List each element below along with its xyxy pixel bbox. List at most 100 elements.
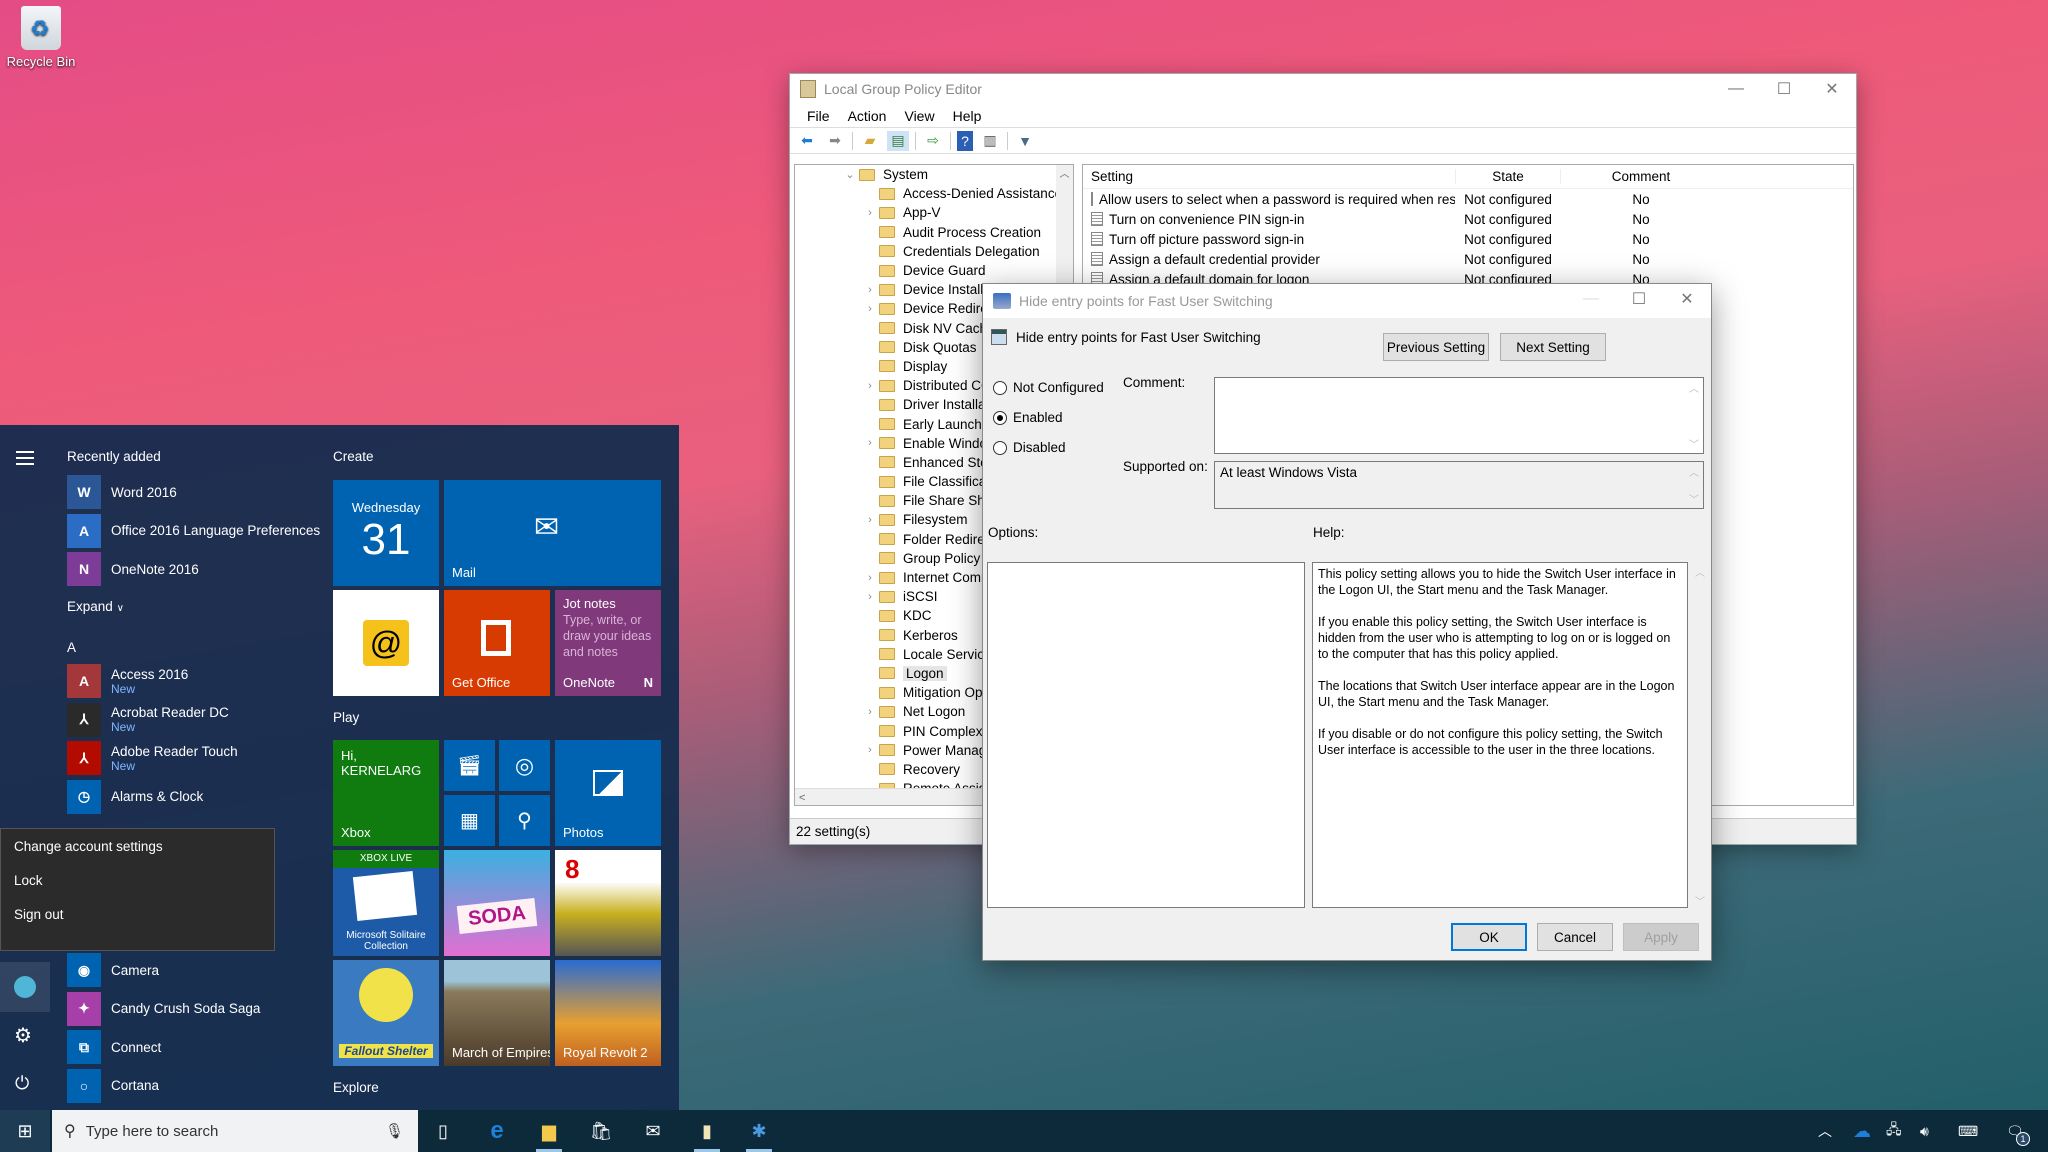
next-setting-button[interactable]: Next Setting	[1500, 333, 1606, 361]
column-header-state[interactable]: State	[1455, 169, 1561, 184]
filter-icon[interactable]: ▼	[1014, 131, 1036, 151]
back-icon[interactable]: ⬅	[796, 131, 818, 151]
minimize-button[interactable]: —	[1712, 74, 1760, 104]
photos-tile[interactable]: Photos	[555, 740, 661, 846]
menu-file[interactable]: File	[798, 108, 839, 124]
app-list-item[interactable]: A Office 2016 Language Preferences	[67, 513, 320, 548]
start-button[interactable]: ⊞	[0, 1110, 50, 1152]
letter-header[interactable]: A	[67, 640, 76, 655]
expand-button[interactable]: Expand ∨	[67, 599, 124, 614]
radio-enabled[interactable]: Enabled	[993, 410, 1063, 425]
power-icon[interactable]: ⏻	[15, 1073, 29, 1094]
help-icon[interactable]: ?	[957, 130, 973, 151]
keeper-lock-tile[interactable]: @	[333, 590, 439, 696]
app-list-item[interactable]: ◉ Camera	[67, 953, 159, 987]
chevron-right-icon[interactable]: ›	[861, 706, 879, 718]
march-of-empires-tile[interactable]: March of Empires	[444, 960, 550, 1066]
file-explorer-taskbar-button[interactable]: ▆	[524, 1110, 574, 1152]
scroll-up-icon[interactable]: ︿	[1687, 464, 1701, 479]
app-list-item[interactable]: N OneNote 2016	[67, 552, 199, 586]
asphalt-8-tile[interactable]: 8	[555, 850, 661, 956]
chevron-down-icon[interactable]: ⌄	[841, 168, 859, 181]
previous-setting-button[interactable]: Previous Setting	[1383, 333, 1489, 361]
edge-taskbar-button[interactable]: e	[472, 1110, 522, 1152]
chevron-right-icon[interactable]: ›	[861, 744, 879, 756]
movies-tv-tile[interactable]: 🎬︎	[444, 740, 495, 791]
chevron-right-icon[interactable]: ›	[861, 437, 879, 449]
volume-tray[interactable]: 🔊︎	[1920, 1110, 1929, 1152]
chevron-right-icon[interactable]: ›	[861, 572, 879, 584]
menu-item-lock[interactable]: Lock	[1, 863, 274, 897]
chevron-right-icon[interactable]: ›	[861, 207, 879, 219]
mail-tile[interactable]: ✉ Mail	[444, 480, 661, 586]
table-row[interactable]: Assign a default credential provider Not …	[1083, 249, 1853, 269]
help-scrollbar[interactable]: ︿ ﹀	[1693, 564, 1707, 908]
ok-button[interactable]: OK	[1451, 923, 1527, 951]
gpedit-taskbar-button[interactable]: ▮	[682, 1110, 732, 1152]
menu-view[interactable]: View	[895, 108, 943, 124]
scroll-up-icon[interactable]: ︿	[1687, 380, 1701, 395]
taskbar-search-box[interactable]: ⚲ Type here to search 🎙︎	[52, 1110, 418, 1152]
cancel-button[interactable]: Cancel	[1537, 923, 1613, 951]
show-hidden-icons[interactable]: ︿	[1818, 1110, 1832, 1152]
menu-action[interactable]: Action	[839, 108, 896, 124]
menu-item-sign-out[interactable]: Sign out	[1, 897, 274, 931]
app-list-item[interactable]: W Word 2016	[67, 475, 177, 509]
calendar-tile[interactable]: Wednesday 31	[333, 480, 439, 586]
tree-node[interactable]: › App-V	[795, 203, 1073, 222]
forward-icon[interactable]: ➡	[824, 131, 846, 151]
table-row[interactable]: Allow users to select when a password is…	[1083, 189, 1853, 209]
touch-keyboard-tray[interactable]: ⌨	[1958, 1110, 1978, 1152]
recycle-bin-desktop-icon[interactable]: Recycle Bin	[4, 6, 78, 69]
maximize-button[interactable]: ☐	[1615, 284, 1663, 314]
chevron-right-icon[interactable]: ›	[861, 514, 879, 526]
table-row[interactable]: Turn off picture password sign-in Not con…	[1083, 229, 1853, 249]
chevron-right-icon[interactable]: ›	[861, 303, 879, 315]
network-tray[interactable]: 🖧︎	[1886, 1110, 1902, 1152]
chevron-right-icon[interactable]: ›	[861, 380, 879, 392]
app-list-item[interactable]: A Access 2016 New	[67, 664, 188, 698]
tree-node[interactable]: Access-Denied Assistance	[795, 184, 1073, 203]
up-folder-icon[interactable]: ▰	[859, 131, 881, 151]
xbox-tile[interactable]: Hi, KERNELARG Xbox	[333, 740, 439, 846]
chevron-right-icon[interactable]: ›	[861, 284, 879, 296]
tree-node[interactable]: Device Guard	[795, 261, 1073, 280]
menu-item-change-account-settings[interactable]: Change account settings	[1, 829, 274, 863]
app-list-item[interactable]: ◷ Alarms & Clock	[67, 779, 203, 814]
close-button[interactable]: ✕	[1663, 284, 1711, 314]
tree-node-system[interactable]: ⌄ System	[795, 165, 1073, 184]
tree-node[interactable]: Audit Process Creation	[795, 223, 1073, 242]
export-list-icon[interactable]: ⇨	[922, 131, 944, 151]
candy-crush-soda-tile[interactable]: SODA	[444, 850, 550, 956]
onedrive-tray[interactable]: ☁	[1853, 1110, 1871, 1152]
radio-not-configured[interactable]: Not Configured	[993, 380, 1104, 395]
fallout-shelter-tile[interactable]: Fallout Shelter	[333, 960, 439, 1066]
task-view-button[interactable]: ▯	[418, 1110, 468, 1152]
app-list-item[interactable]: ✦ Candy Crush Soda Saga	[67, 991, 260, 1026]
maximize-button[interactable]: ☐	[1760, 74, 1808, 104]
column-header-comment[interactable]: Comment	[1561, 169, 1721, 184]
column-header-setting[interactable]: Setting	[1083, 169, 1455, 184]
settings-gear-icon[interactable]: ⚙	[14, 1023, 32, 1048]
calculator-tile[interactable]: ▦	[444, 795, 495, 846]
action-center-button[interactable]: 🗨︎ 1	[2006, 1110, 2030, 1152]
groove-music-tile[interactable]: ◎	[499, 740, 550, 791]
royal-revolt-tile[interactable]: Royal Revolt 2	[555, 960, 661, 1066]
user-account-button[interactable]	[0, 962, 50, 1012]
table-row[interactable]: Turn on convenience PIN sign-in Not confi…	[1083, 209, 1853, 229]
maps-tile[interactable]: ⚲	[499, 795, 550, 846]
gpe-titlebar[interactable]: Local Group Policy Editor	[790, 74, 1856, 104]
scroll-down-icon[interactable]: ﹀	[1687, 436, 1701, 451]
app-list-item[interactable]: ○ Cortana	[67, 1068, 159, 1103]
solitaire-tile[interactable]: XBOX LIVE Microsoft Solitaire Collection	[333, 850, 439, 956]
mail-taskbar-button[interactable]: ✉	[628, 1110, 678, 1152]
app-list-item[interactable]: ⅄ Adobe Reader Touch New	[67, 741, 238, 775]
hamburger-menu-icon[interactable]	[16, 451, 34, 469]
comment-input[interactable]: ︿ ﹀	[1214, 377, 1704, 454]
store-taskbar-button[interactable]: 🛍︎	[576, 1110, 626, 1152]
show-hide-action-pane-icon[interactable]: ▥	[979, 131, 1001, 151]
onenote-tile[interactable]: Jot notes Type, write, or draw your idea…	[555, 590, 661, 696]
chevron-right-icon[interactable]: ›	[861, 591, 879, 603]
close-button[interactable]: ✕	[1808, 74, 1856, 104]
get-office-tile[interactable]: Get Office	[444, 590, 550, 696]
